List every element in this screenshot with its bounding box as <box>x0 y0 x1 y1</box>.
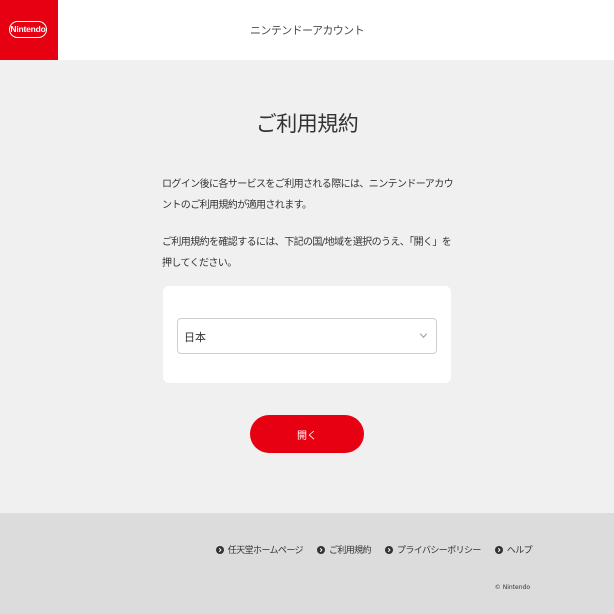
copyright: © Nintendo <box>494 584 530 591</box>
chevron-down-icon <box>419 333 428 339</box>
country-select[interactable]: 日本 <box>177 318 437 354</box>
country-select-value: 日本 <box>184 331 206 344</box>
footer-link-label: ヘルプ <box>506 546 533 556</box>
footer-link-nintendo-home[interactable]: 任天堂ホームページ <box>215 543 304 556</box>
footer-link-help[interactable]: ヘルプ <box>494 543 533 556</box>
footer-links: 任天堂ホームページ ご利用規約 プライバシーポリシー ヘルプ <box>215 543 533 556</box>
page: Nintendo ニンテンドーアカウント ご利用規約 ログイン後に各サービスをご… <box>0 0 614 614</box>
circle-arrow-right-icon <box>215 545 224 554</box>
page-title: ご利用規約 <box>255 112 359 136</box>
footer-link-terms[interactable]: ご利用規約 <box>316 543 372 556</box>
circle-arrow-right-icon <box>316 545 325 554</box>
footer-link-label: ご利用規約 <box>328 546 372 556</box>
circle-arrow-right-icon <box>494 545 503 554</box>
description-text: ログイン後に各サービスをご利用される際には、ニンテンドーアカウントのご利用規約が… <box>162 179 454 211</box>
country-select-card: 日本 <box>163 286 451 383</box>
header: Nintendo ニンテンドーアカウント <box>0 0 614 60</box>
instruction-text: ご利用規約を確認するには、下記の国/地域を選択のうえ、「開く」を押してください。 <box>162 237 452 269</box>
footer-link-label: 任天堂ホームページ <box>227 546 304 556</box>
footer-link-label: プライバシーポリシー <box>396 546 481 556</box>
main-content: ご利用規約 ログイン後に各サービスをご利用される際には、ニンテンドーアカウントの… <box>0 60 614 513</box>
open-button[interactable]: 開く <box>250 415 364 453</box>
header-title: ニンテンドーアカウント <box>250 24 365 37</box>
footer: 任天堂ホームページ ご利用規約 プライバシーポリシー ヘルプ © Nintend… <box>0 513 614 614</box>
footer-link-privacy-policy[interactable]: プライバシーポリシー <box>384 543 481 556</box>
circle-arrow-right-icon <box>384 545 393 554</box>
